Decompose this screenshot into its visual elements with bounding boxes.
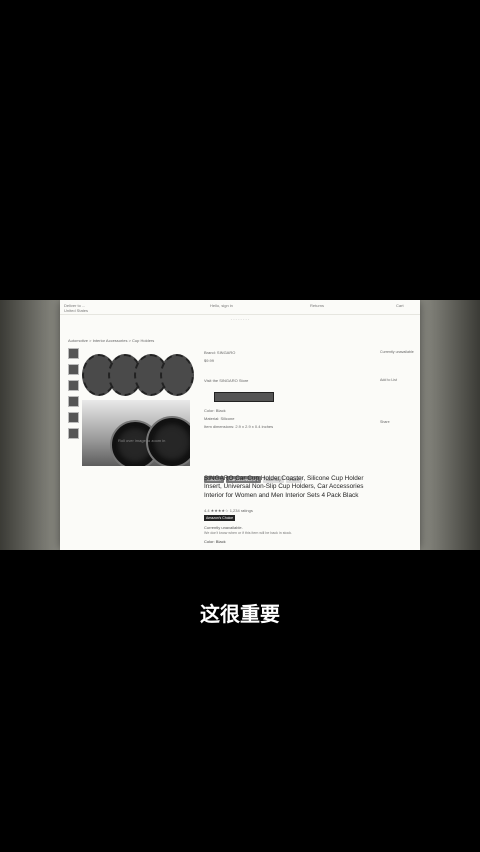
- price-line: $9.99: [204, 358, 215, 363]
- choice-badge: Amazon's Choice: [204, 515, 236, 521]
- product-title: SINGARO Car Cup Holder Coaster, Silicone…: [204, 475, 364, 499]
- availability-hint: We don't know when or if this item will …: [204, 531, 293, 535]
- address-text: United States: [64, 308, 89, 313]
- thumbnail[interactable]: [68, 380, 79, 391]
- thumbnail[interactable]: [68, 364, 79, 375]
- meta-line: Item dimensions: 2.9 x 2.9 x 0.4 inches: [204, 424, 274, 429]
- gallery-caption: Roll over image to zoom in: [118, 438, 166, 443]
- nav-link-signin[interactable]: Hello, sign in: [210, 303, 233, 308]
- availability-text: Currently unavailable.: [204, 525, 243, 530]
- screenshot-frame: Deliver to ... United States Hello, sign…: [60, 300, 420, 550]
- cart-link[interactable]: Cart: [396, 303, 404, 308]
- thumbnail[interactable]: [68, 396, 79, 407]
- nav-link-returns[interactable]: Returns: [310, 303, 324, 308]
- thumbnail-list: [68, 348, 80, 444]
- breadcrumb[interactable]: Automotive > Interior Accessories > Cup …: [68, 338, 154, 343]
- add-to-list-link[interactable]: Add to List: [380, 378, 397, 382]
- meta-line: Color: Black: [204, 408, 226, 413]
- brand-line[interactable]: Brand: SINGARO: [204, 350, 235, 355]
- video-subtitle: 这很重要: [200, 602, 280, 626]
- thumbnail[interactable]: [68, 348, 79, 359]
- product-image-coasters[interactable]: [82, 354, 194, 396]
- rating-line[interactable]: 4.4 ★★★★☆ 1,234 ratings: [204, 508, 253, 513]
- top-navigation-bar: Deliver to ... United States Hello, sign…: [60, 300, 420, 315]
- store-link[interactable]: Visit the SINGARO Store: [204, 378, 248, 383]
- thumbnail[interactable]: [68, 412, 79, 423]
- product-image-installed[interactable]: [82, 400, 190, 466]
- redacted-bar: [214, 392, 274, 402]
- meta-line: Material: Silicone: [204, 416, 235, 421]
- buybox-line: Currently unavailable: [380, 350, 414, 354]
- subnav-divider: - - - - - - - -: [230, 316, 250, 321]
- share-link[interactable]: Share: [380, 420, 390, 424]
- color-label: Color: Black: [204, 539, 226, 544]
- thumbnail[interactable]: [68, 428, 79, 439]
